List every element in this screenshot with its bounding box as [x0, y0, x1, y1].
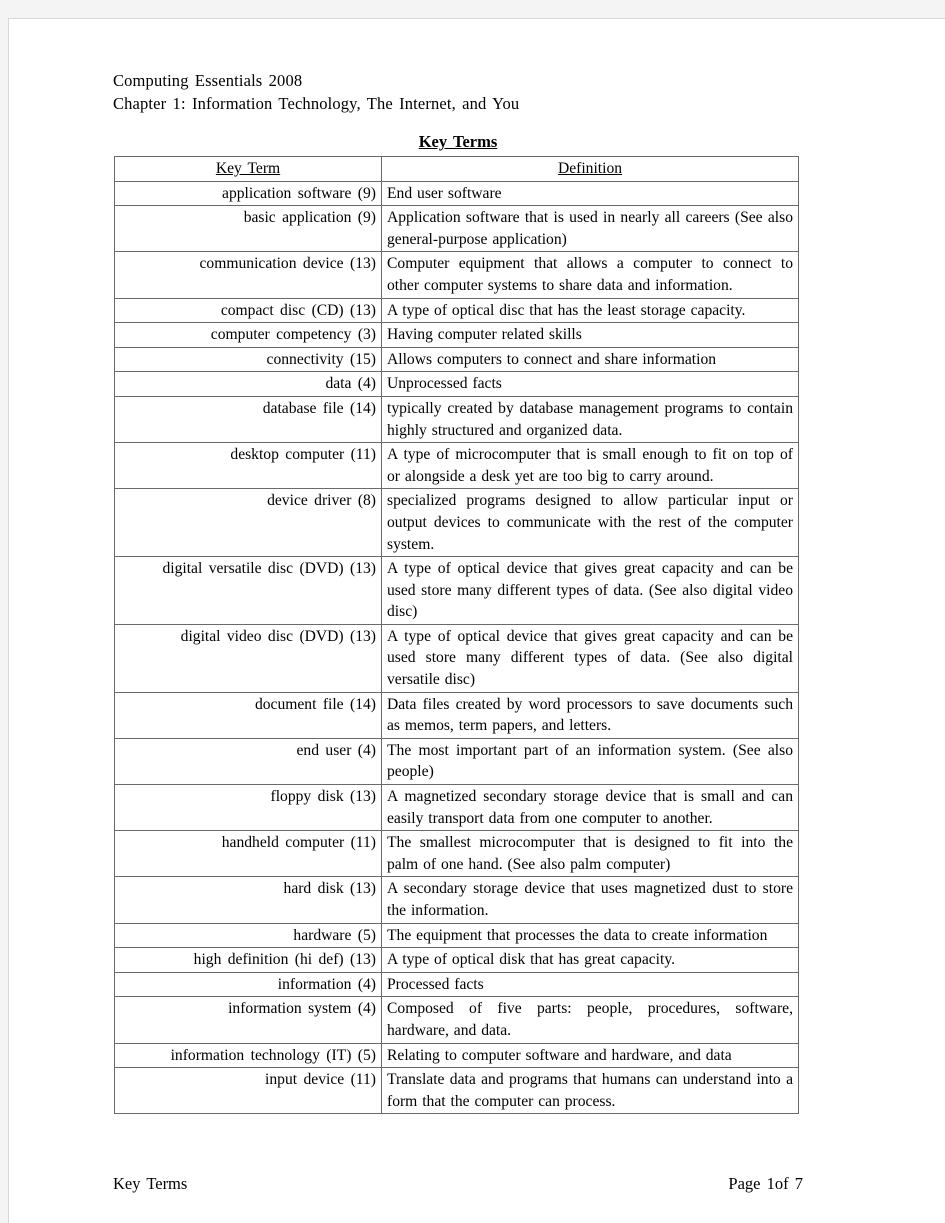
document-page: Computing Essentials 2008 Chapter 1: Inf… — [8, 18, 945, 1223]
table-row: document file (14) Data files created by … — [114, 691, 799, 739]
cell-key-term: data (4) — [114, 371, 382, 397]
cell-definition: Application software that is used in nea… — [381, 205, 799, 253]
cell-key-term: floppy disk (13) — [114, 784, 382, 832]
table-body: application software (9) End user softwar… — [114, 180, 799, 1115]
column-header-definition-label: Definition — [557, 160, 623, 177]
cell-key-term: desktop computer (11) — [114, 442, 382, 490]
footer-left-label: Key Terms — [113, 1174, 188, 1193]
table-row: computer competency (3) Having computer r… — [114, 322, 799, 348]
table-row: hardware (5) The equipment that processes… — [114, 922, 799, 949]
cell-definition: Relating to computer software and hardwa… — [381, 1042, 799, 1069]
table-row: hard disk (13) A secondary storage device… — [114, 876, 799, 924]
cell-key-term: device driver (8) — [114, 488, 382, 558]
cell-key-term: document file (14) — [114, 691, 382, 739]
cell-definition: A type of microcomputer that is small en… — [381, 442, 799, 490]
table-row: handheld computer (11) The smallest micro… — [114, 830, 799, 878]
table-row: digital versatile disc (DVD) (13) A type … — [114, 556, 799, 625]
cell-definition: A type of optical device that gives grea… — [381, 623, 799, 693]
table-row: floppy disk (13) A magnetized secondary s… — [114, 784, 799, 832]
table-row: basic application (9) Application softwar… — [114, 205, 799, 253]
cell-key-term: communication device (13) — [114, 251, 382, 299]
column-header-key-term: Key Term — [114, 156, 382, 182]
cell-key-term: high definition (hi def) (13) — [114, 947, 382, 973]
table-row: data (4) Unprocessed facts — [114, 371, 799, 397]
table-row: compact disc (CD) (13) A type of optical … — [114, 297, 799, 324]
header-chapter-title: Chapter 1: Information Technology, The I… — [113, 94, 520, 113]
cell-definition: A type of optical disc that has the leas… — [381, 297, 799, 324]
table-row: digital video disc (DVD) (13) A type of o… — [114, 623, 799, 693]
cell-key-term: basic application (9) — [114, 205, 382, 253]
cell-definition: Unprocessed facts — [381, 371, 799, 397]
cell-definition: Having computer related skills — [381, 322, 799, 348]
table-row: end user (4) The most important part of a… — [114, 737, 799, 786]
cell-definition: The smallest microcomputer that is desig… — [381, 830, 799, 878]
cell-definition: Processed facts — [381, 971, 799, 998]
cell-key-term: application software (9) — [114, 180, 382, 207]
table-row: information system (4) Composed of five p… — [114, 996, 799, 1044]
cell-definition: Data files created by word processors to… — [381, 691, 799, 739]
column-header-key-term-label: Key Term — [215, 160, 281, 177]
cell-definition: A type of optical device that gives grea… — [381, 556, 799, 625]
column-header-definition: Definition — [381, 156, 799, 182]
cell-definition: typically created by database management… — [381, 395, 799, 444]
cell-key-term: digital video disc (DVD) (13) — [114, 623, 382, 693]
cell-definition: specialized programs designed to allow p… — [381, 488, 799, 558]
footer-page-number: Page 1of 7 — [728, 1174, 803, 1193]
cell-definition: Allows computers to connect and share in… — [381, 346, 799, 373]
cell-key-term: handheld computer (11) — [114, 830, 382, 878]
table-row: information technology (IT) (5) Relating … — [114, 1042, 799, 1069]
cell-definition: A type of optical disk that has great ca… — [381, 947, 799, 973]
cell-key-term: digital versatile disc (DVD) (13) — [114, 556, 382, 625]
cell-key-term: connectivity (15) — [114, 346, 382, 373]
cell-definition: A secondary storage device that uses mag… — [381, 876, 799, 924]
table-title: Key Terms — [113, 132, 803, 152]
cell-key-term: information technology (IT) (5) — [114, 1042, 382, 1069]
table-row: connectivity (15) Allows computers to con… — [114, 346, 799, 373]
cell-definition: Translate data and programs that humans … — [381, 1067, 799, 1115]
cell-key-term: hard disk (13) — [114, 876, 382, 924]
cell-definition: The equipment that processes the data to… — [381, 922, 799, 949]
table-row: application software (9) End user softwar… — [114, 180, 799, 207]
cell-key-term: end user (4) — [114, 737, 382, 786]
cell-key-term: computer competency (3) — [114, 322, 382, 348]
key-terms-table: Key Term Definition application software… — [114, 156, 799, 1115]
page-footer: Key Terms Page 1of 7 — [113, 1174, 803, 1194]
cell-key-term: information system (4) — [114, 996, 382, 1044]
cell-definition: End user software — [381, 180, 799, 207]
table-title-text: Key Terms — [418, 132, 498, 151]
table-row: database file (14) typically created by d… — [114, 395, 799, 444]
table-row: communication device (13) Computer equipm… — [114, 251, 799, 299]
cell-definition: Computer equipment that allows a compute… — [381, 251, 799, 299]
document-content: Computing Essentials 2008 Chapter 1: Inf… — [113, 69, 803, 1115]
table-row: information (4) Processed facts — [114, 971, 799, 998]
cell-definition: The most important part of an informatio… — [381, 737, 799, 786]
cell-key-term: compact disc (CD) (13) — [114, 297, 382, 324]
table-row: high definition (hi def) (13) A type of o… — [114, 947, 799, 973]
table-head: Key Term Definition — [114, 156, 799, 182]
table-header-row: Key Term Definition — [114, 156, 799, 182]
cell-key-term: hardware (5) — [114, 922, 382, 949]
cell-key-term: database file (14) — [114, 395, 382, 444]
header-book-title: Computing Essentials 2008 — [113, 71, 303, 90]
cell-key-term: input device (11) — [114, 1067, 382, 1115]
cell-definition: Composed of five parts: people, procedur… — [381, 996, 799, 1044]
cell-key-term: information (4) — [114, 971, 382, 998]
table-row: device driver (8) specialized programs de… — [114, 488, 799, 558]
cell-definition: A magnetized secondary storage device th… — [381, 784, 799, 832]
table-row: desktop computer (11) A type of microcomp… — [114, 442, 799, 490]
document-header: Computing Essentials 2008 Chapter 1: Inf… — [113, 69, 803, 115]
table-row: input device (11) Translate data and prog… — [114, 1067, 799, 1115]
